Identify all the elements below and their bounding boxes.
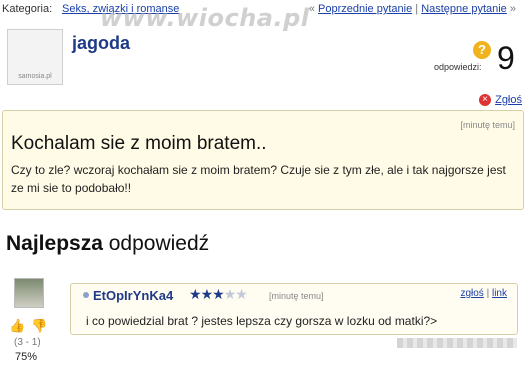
question-author[interactable]: jagoda bbox=[72, 33, 130, 54]
rating-stars: ★★★★★ bbox=[189, 286, 248, 303]
watermark-logo: www.wiocha.pl bbox=[100, 4, 310, 32]
rating-star-icon: ★ bbox=[223, 286, 237, 302]
question-mark-icon: ? bbox=[473, 41, 491, 59]
answer-link[interactable]: link bbox=[492, 288, 507, 299]
best-heading-bold: Najlepsza bbox=[6, 232, 103, 255]
avatar[interactable]: samosia.pl bbox=[7, 29, 63, 85]
answer-time: [minutę temu] bbox=[269, 291, 324, 301]
nav-separator: | bbox=[415, 3, 419, 15]
best-heading-rest: odpowiedź bbox=[102, 232, 210, 255]
vote-percent: 75% bbox=[15, 351, 38, 363]
report-answer-link[interactable]: zgłoś bbox=[460, 288, 483, 299]
next-arrow: » bbox=[509, 3, 516, 15]
rating-star-icon: ★ bbox=[200, 286, 214, 302]
question-nav: « Poprzednie pytanie | Następne pytanie … bbox=[309, 3, 516, 15]
report-question-link[interactable]: × Zgłoś bbox=[479, 94, 522, 106]
best-answer-heading: Najlepsza odpowiedź bbox=[6, 232, 209, 256]
answers-number: 9 bbox=[497, 40, 515, 76]
answers-label: odpowiedzi: bbox=[434, 62, 482, 72]
user-status-icon bbox=[83, 292, 89, 298]
answer-author[interactable]: EtOpIrYnKa4 bbox=[93, 288, 173, 303]
report-label: Zgłoś bbox=[495, 94, 522, 106]
answer-text: i co powiedzial brat ? jestes lepsza czy… bbox=[86, 314, 438, 328]
answer-actions: zgłoś | link bbox=[460, 288, 507, 299]
question-time: [minutę temu] bbox=[460, 120, 515, 130]
thumbs-up-icon[interactable]: 👍 bbox=[9, 318, 25, 334]
vote-counts: (3 - 1) bbox=[14, 337, 41, 348]
category-label: Kategoria: bbox=[2, 3, 53, 15]
rating-star-icon: ★ bbox=[235, 286, 248, 302]
question-title: Kochalam sie z moim bratem.. bbox=[11, 133, 267, 154]
vote-buttons: 👍 👎 bbox=[9, 318, 49, 334]
report-icon: × bbox=[479, 94, 492, 106]
rating-star-icon: ★ bbox=[189, 286, 202, 302]
rating-star-icon: ★ bbox=[212, 286, 225, 302]
question-body: Czy to zle? wczoraj kochałam sie z moim … bbox=[11, 163, 506, 195]
actions-separator: | bbox=[486, 288, 490, 299]
answer-box: EtOpIrYnKa4 ★★★★★ [minutę temu] zgłoś | … bbox=[70, 283, 518, 348]
avatar-brand: samosia.pl bbox=[18, 73, 52, 80]
answer-count: ? odpowiedzi: 9 bbox=[430, 40, 522, 80]
thumbs-down-icon[interactable]: 👎 bbox=[31, 318, 47, 334]
prev-question-link[interactable]: Poprzednie pytanie bbox=[318, 3, 412, 15]
blurred-signature bbox=[397, 338, 517, 348]
answerer-avatar[interactable] bbox=[14, 278, 44, 308]
question-box: [minutę temu] Kochalam sie z moim bratem… bbox=[2, 110, 524, 210]
next-question-link[interactable]: Następne pytanie bbox=[421, 3, 507, 15]
